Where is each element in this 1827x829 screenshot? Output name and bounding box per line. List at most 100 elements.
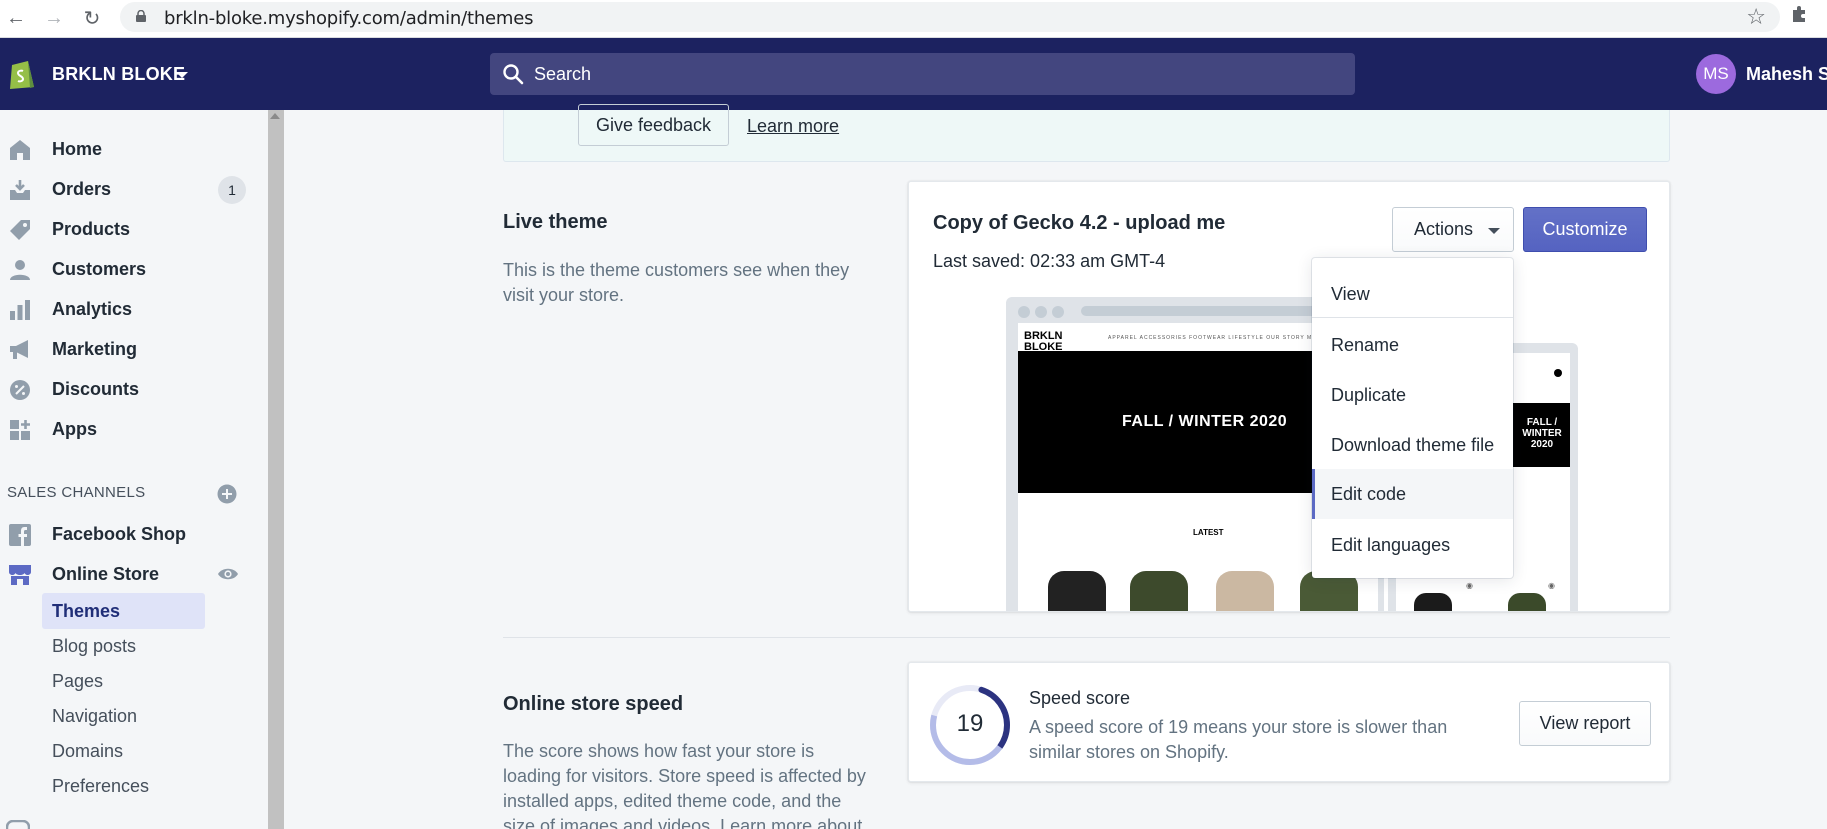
speed-score-description: A speed score of 19 means your store is … bbox=[1029, 715, 1449, 765]
chevron-down-icon[interactable] bbox=[176, 72, 188, 78]
menu-item-label: Edit languages bbox=[1331, 535, 1451, 555]
orders-icon bbox=[10, 180, 30, 200]
sidebar-subitem-blog-posts[interactable]: Blog posts bbox=[42, 628, 205, 664]
mobile-hero-line: FALL / bbox=[1526, 417, 1558, 428]
give-feedback-button[interactable]: Give feedback bbox=[578, 104, 729, 146]
sidebar-item-label: Marketing bbox=[52, 339, 138, 359]
sidebar-scrollbar[interactable] bbox=[268, 110, 284, 829]
menu-item-label: Duplicate bbox=[1331, 385, 1407, 405]
lock-icon bbox=[136, 10, 146, 22]
sidebar-subitem-label: Blog posts bbox=[52, 636, 137, 656]
user-name[interactable]: Mahesh Si bbox=[1746, 64, 1827, 85]
search-icon bbox=[503, 64, 524, 85]
quickview-eye-icon: ◉ bbox=[1548, 581, 1555, 590]
menu-item-view[interactable]: View bbox=[1312, 271, 1513, 317]
description-line: installed apps, edited theme code, and t… bbox=[503, 791, 842, 811]
sidebar-subitem-pages[interactable]: Pages bbox=[42, 663, 205, 699]
bookmark-star-icon[interactable]: ☆ bbox=[1746, 4, 1766, 30]
view-report-button[interactable]: View report bbox=[1519, 701, 1651, 746]
menu-item-edit-code[interactable]: Edit code bbox=[1312, 469, 1513, 519]
menu-item-duplicate[interactable]: Duplicate bbox=[1312, 372, 1513, 418]
sidebar-subitem-label: Pages bbox=[52, 671, 104, 691]
description-line: loading for visitors. Store speed is aff… bbox=[503, 766, 866, 786]
actions-button[interactable]: Actions bbox=[1392, 207, 1514, 252]
mobile-hero-line: WINTER bbox=[1522, 428, 1562, 439]
description-line: visit your store. bbox=[503, 285, 625, 305]
sidebar-item-customers[interactable]: Customers bbox=[0, 250, 268, 290]
sidebar-item-products[interactable]: Products bbox=[0, 210, 268, 250]
extensions-puzzle-icon[interactable] bbox=[1790, 4, 1810, 30]
orders-count-badge: 1 bbox=[218, 176, 246, 204]
product-thumbnail bbox=[1130, 571, 1188, 611]
address-bar[interactable]: brkln-bloke.myshopify.com/admin/themes ☆ bbox=[120, 2, 1780, 32]
sidebar: Home Orders 1 Products Customers Analyti… bbox=[0, 110, 268, 829]
cart-dot-icon bbox=[1554, 369, 1562, 377]
store-speed-description: The score shows how fast your store is l… bbox=[503, 739, 866, 829]
tag-icon bbox=[10, 220, 30, 240]
last-saved-text: Last saved: 02:33 am GMT-4 bbox=[933, 251, 1166, 271]
store-name[interactable]: BRKLN BLOKE bbox=[52, 64, 185, 85]
quickview-eye-icon: ◉ bbox=[1466, 581, 1473, 590]
scroll-up-arrow-icon[interactable] bbox=[270, 113, 280, 119]
browser-toolbar: ← → ↻ brkln-bloke.myshopify.com/admin/th… bbox=[0, 0, 1827, 38]
sidebar-subitem-themes[interactable]: Themes bbox=[42, 593, 205, 629]
sidebar-item-home[interactable]: Home bbox=[0, 130, 268, 170]
sidebar-item-label: Online Store bbox=[52, 564, 160, 584]
apps-icon bbox=[10, 420, 30, 440]
sidebar-item-label: Discounts bbox=[52, 379, 140, 399]
menu-item-label: View bbox=[1331, 284, 1370, 304]
product-thumbnail bbox=[1216, 571, 1274, 611]
search-input[interactable]: Search bbox=[490, 53, 1355, 95]
sidebar-subitem-label: Preferences bbox=[52, 776, 150, 796]
add-channel-plus-icon[interactable] bbox=[217, 484, 237, 504]
sidebar-item-analytics[interactable]: Analytics bbox=[0, 290, 268, 330]
feedback-banner: Give feedback Learn more bbox=[503, 104, 1670, 162]
reload-icon[interactable]: ↻ bbox=[78, 4, 106, 32]
sidebar-item-orders[interactable]: Orders 1 bbox=[0, 170, 268, 210]
product-thumbnail bbox=[1508, 593, 1546, 611]
sales-channels-heading: SALES CHANNELS bbox=[7, 484, 146, 501]
sidebar-item-apps[interactable]: Apps bbox=[0, 410, 268, 450]
forward-arrow-icon[interactable]: → bbox=[40, 4, 68, 32]
sidebar-item-discounts[interactable]: Discounts bbox=[0, 370, 268, 410]
person-icon bbox=[10, 260, 30, 280]
sidebar-subitem-navigation[interactable]: Navigation bbox=[42, 698, 205, 734]
customize-button[interactable]: Customize bbox=[1523, 207, 1647, 252]
learn-more-link[interactable]: Learn more bbox=[747, 116, 839, 137]
actions-dropdown-menu: View Rename Duplicate Download theme fil… bbox=[1312, 258, 1513, 578]
sidebar-item-label: Apps bbox=[52, 419, 97, 439]
window-dots bbox=[1018, 305, 1069, 323]
admin-top-bar: BRKLN BLOKE Search MS Mahesh Si bbox=[0, 38, 1827, 110]
speed-score-card: 19 Speed score A speed score of 19 means… bbox=[908, 662, 1670, 782]
shopify-logo-icon[interactable] bbox=[8, 57, 36, 91]
preview-hero-text: FALL / WINTER 2020 bbox=[1122, 413, 1288, 430]
sidebar-item-facebook-shop[interactable]: Facebook Shop bbox=[0, 515, 268, 555]
speed-score-title: Speed score bbox=[1029, 688, 1131, 708]
menu-item-rename[interactable]: Rename bbox=[1312, 322, 1513, 368]
sidebar-subitem-label: Themes bbox=[52, 601, 121, 621]
actions-label: Actions bbox=[1414, 219, 1474, 239]
description-line: similar stores on Shopify. bbox=[1029, 742, 1229, 762]
sidebar-item-label: Home bbox=[52, 139, 103, 159]
home-icon bbox=[10, 140, 30, 160]
mobile-hero-text: FALL / WINTER 2020 bbox=[1522, 417, 1562, 450]
product-thumbnail bbox=[1048, 571, 1106, 611]
instagram-icon bbox=[6, 820, 30, 829]
preview-url-bar bbox=[1081, 306, 1331, 316]
mobile-hero-line: 2020 bbox=[1530, 439, 1554, 450]
preview-latest-heading: LATEST bbox=[1193, 528, 1224, 537]
menu-item-label: Download theme file bbox=[1331, 435, 1495, 455]
preview-brand-logo: BRKLN BLOKE bbox=[1024, 331, 1063, 353]
sidebar-subitem-preferences[interactable]: Preferences bbox=[42, 768, 205, 804]
sidebar-subitem-domains[interactable]: Domains bbox=[42, 733, 205, 769]
preview-menu: APPAREL ACCESSORIES FOOTWEAR LIFESTYLE O… bbox=[1108, 335, 1328, 341]
menu-item-download-theme-file[interactable]: Download theme file bbox=[1312, 422, 1513, 468]
view-store-eye-icon[interactable] bbox=[217, 566, 239, 582]
caret-down-icon bbox=[1488, 228, 1500, 234]
sidebar-item-marketing[interactable]: Marketing bbox=[0, 330, 268, 370]
menu-item-edit-languages[interactable]: Edit languages bbox=[1312, 522, 1513, 568]
discount-icon bbox=[10, 380, 30, 400]
avatar[interactable]: MS bbox=[1696, 54, 1736, 94]
back-arrow-icon[interactable]: ← bbox=[2, 4, 30, 32]
description-line: size of images and videos. Learn more ab… bbox=[503, 816, 863, 829]
